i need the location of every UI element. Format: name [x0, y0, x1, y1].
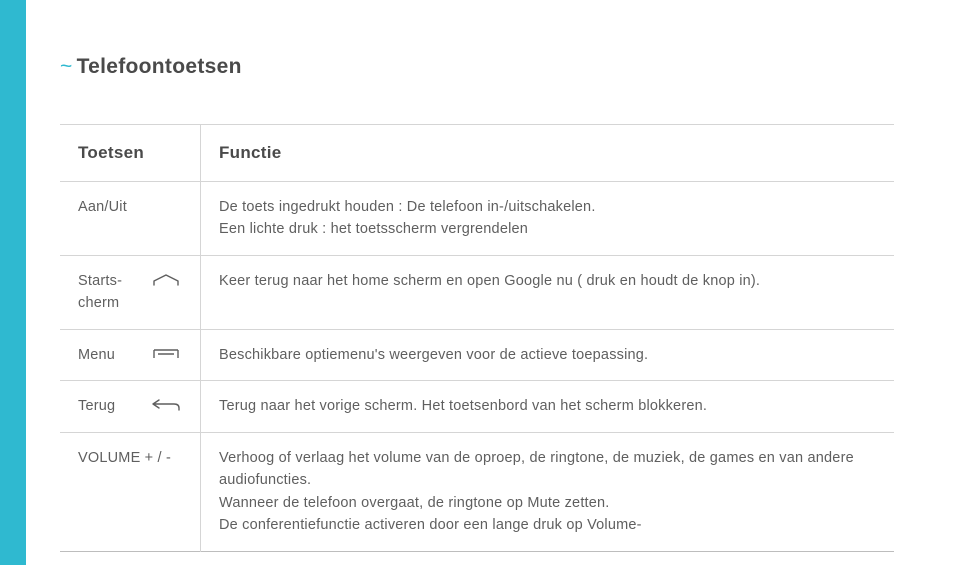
key-cell: Terug	[60, 381, 200, 432]
key-label-menu: Menu	[78, 344, 140, 366]
key-desc-menu: Beschikbare optiemenu's weergeven voor d…	[201, 329, 894, 380]
section-heading: ~Telefoontoetsen	[60, 55, 894, 79]
document-page: ~Telefoontoetsen Toetsen Functie Aan/Uit…	[60, 55, 894, 552]
key-cell: Menu	[60, 329, 200, 380]
key-cell: Starts-cherm	[60, 255, 200, 329]
back-icon	[150, 396, 182, 414]
header-keys: Toetsen	[60, 125, 200, 182]
key-cell: Aan/Uit	[60, 182, 200, 256]
key-label-power: Aan/Uit	[78, 196, 182, 218]
table-row: Aan/Uit De toets ingedrukt houden : De t…	[60, 182, 894, 256]
key-label-volume: VOLUME + / -	[78, 447, 182, 469]
key-desc-power: De toets ingedrukt houden : De telefoon …	[201, 182, 894, 256]
home-icon	[150, 271, 182, 289]
phone-keys-table: Toetsen Functie Aan/Uit De toets ingedru…	[60, 124, 894, 552]
key-label-back: Terug	[78, 395, 140, 417]
table-row: VOLUME + / - Verhoog of verlaag het volu…	[60, 432, 894, 551]
key-cell: VOLUME + / -	[60, 432, 200, 551]
heading-tilde: ~	[60, 55, 73, 78]
key-label-home: Starts-cherm	[78, 270, 140, 315]
table-header-row: Toetsen Functie	[60, 125, 894, 182]
table-row: Terug Terug naar het vorige scherm. Het …	[60, 381, 894, 432]
table-row: Menu Beschikbare optiemenu's weergeven v…	[60, 329, 894, 380]
key-desc-volume: Verhoog of verlaag het volume van de opr…	[201, 432, 894, 551]
key-desc-back: Terug naar het vorige scherm. Het toetse…	[201, 381, 894, 432]
key-desc-home: Keer terug naar het home scherm en open …	[201, 255, 894, 329]
menu-icon	[150, 345, 182, 363]
table-row: Starts-cherm Keer terug naar het home sc…	[60, 255, 894, 329]
header-function: Functie	[201, 125, 894, 182]
left-accent-bar	[0, 0, 26, 565]
heading-text: Telefoontoetsen	[77, 55, 242, 78]
